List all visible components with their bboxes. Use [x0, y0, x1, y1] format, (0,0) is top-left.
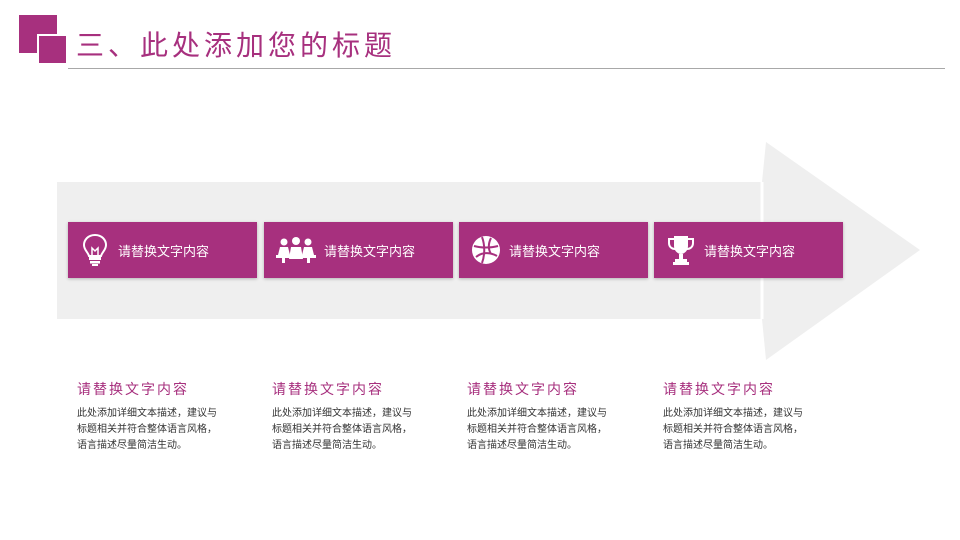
- desc-body-3: 此处添加详细文本描述，建议与标题相关并符合整体语言风格，语言描述尽量简洁生动。: [467, 408, 607, 451]
- team-icon: [276, 233, 316, 267]
- step-label-2: 请替换文字内容: [324, 244, 416, 260]
- desc-title-2: 请替换文字内容: [272, 382, 384, 398]
- step-label-1: 请替换文字内容: [118, 244, 210, 260]
- desc-body-1: 此处添加详细文本描述，建议与标题相关并符合整体语言风格，语言描述尽量简洁生动。: [77, 408, 217, 451]
- step-box-2: 请替换文字内容: [264, 222, 453, 278]
- desc-title-1: 请替换文字内容: [77, 382, 189, 398]
- desc-body-2: 此处添加详细文本描述，建议与标题相关并符合整体语言风格，语言描述尽量简洁生动。: [272, 408, 412, 451]
- desc-body-4: 此处添加详细文本描述，建议与标题相关并符合整体语言风格，语言描述尽量简洁生动。: [663, 408, 803, 451]
- trophy-icon: [666, 233, 696, 267]
- step-label-3: 请替换文字内容: [509, 244, 601, 260]
- basketball-icon: [471, 233, 501, 267]
- desc-title-4: 请替换文字内容: [663, 382, 775, 398]
- step-label-4: 请替换文字内容: [704, 244, 796, 260]
- step-box-1: 请替换文字内容: [68, 222, 257, 278]
- desc-title-3: 请替换文字内容: [467, 382, 579, 398]
- step-box-4: 请替换文字内容: [654, 222, 843, 278]
- step-box-3: 请替换文字内容: [459, 222, 648, 278]
- lightbulb-icon: [80, 233, 110, 267]
